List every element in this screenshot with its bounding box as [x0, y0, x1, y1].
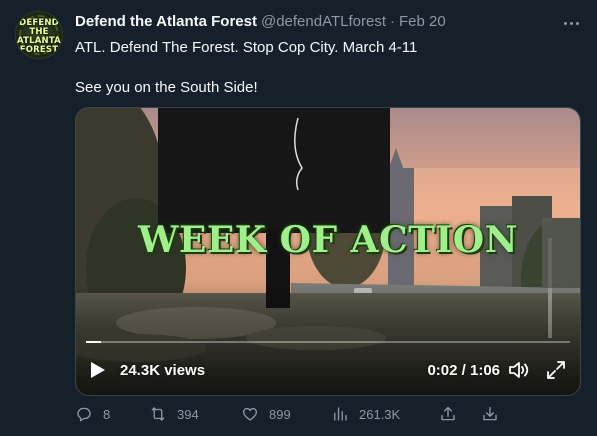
tweet-text-line-1: ATL. Defend The Forest. Stop Cop City. M… — [75, 39, 418, 56]
play-icon[interactable] — [90, 361, 106, 379]
video-timecode: 0:02 / 1:06 — [427, 362, 500, 379]
avatar-logo-text: DEFEND THE ATLANTA FOREST — [17, 18, 61, 55]
video-overlay-title: WEEK OF ACTION — [137, 219, 519, 261]
views-count: 261.3K — [359, 406, 401, 422]
video-views-label: 24.3K views — [120, 362, 206, 379]
video-progress-bar[interactable] — [86, 341, 570, 343]
heart-icon — [242, 407, 258, 421]
analytics-icon — [334, 407, 347, 421]
video-controls: 24.3K views 0:02 / 1:06 — [76, 356, 580, 386]
reply-button[interactable]: 8 — [75, 402, 110, 426]
retweet-icon — [151, 407, 165, 421]
share-button[interactable] — [439, 402, 457, 426]
tweet-text-line-2: See you on the South Side! — [75, 79, 258, 96]
video-player[interactable]: WEEK OF ACTION 24.3K views 0:02 / 1:06 — [75, 107, 581, 396]
video-progress-fill — [86, 341, 101, 343]
tweet-header: Defend the Atlanta Forest @defendATLfore… — [75, 13, 446, 30]
avatar[interactable]: DEFEND THE ATLANTA FOREST — [15, 11, 63, 59]
header-separator: · — [390, 13, 395, 30]
volume-icon[interactable] — [508, 360, 530, 380]
author-name[interactable]: Defend the Atlanta Forest — [75, 13, 257, 30]
download-button[interactable] — [481, 402, 499, 426]
download-icon — [483, 406, 497, 421]
retweet-button[interactable]: 394 — [149, 402, 199, 426]
views-button[interactable]: 261.3K — [331, 402, 400, 426]
reply-count: 8 — [103, 406, 111, 422]
tweet-actions: 8 394 899 261.3K — [75, 402, 581, 426]
like-count: 899 — [269, 406, 291, 422]
share-icon — [441, 406, 455, 421]
tweet[interactable]: DEFEND THE ATLANTA FOREST Defend the Atlant… — [0, 0, 597, 436]
fullscreen-icon[interactable] — [546, 360, 566, 380]
tweet-text: ATL. Defend The Forest. Stop Cop City. M… — [75, 38, 417, 98]
tweet-date[interactable]: Feb 20 — [399, 13, 446, 30]
reply-icon — [77, 407, 91, 422]
like-button[interactable]: 899 — [241, 402, 291, 426]
more-icon[interactable] — [560, 12, 582, 34]
author-handle[interactable]: @defendATLforest — [261, 13, 386, 30]
retweet-count: 394 — [177, 406, 199, 422]
